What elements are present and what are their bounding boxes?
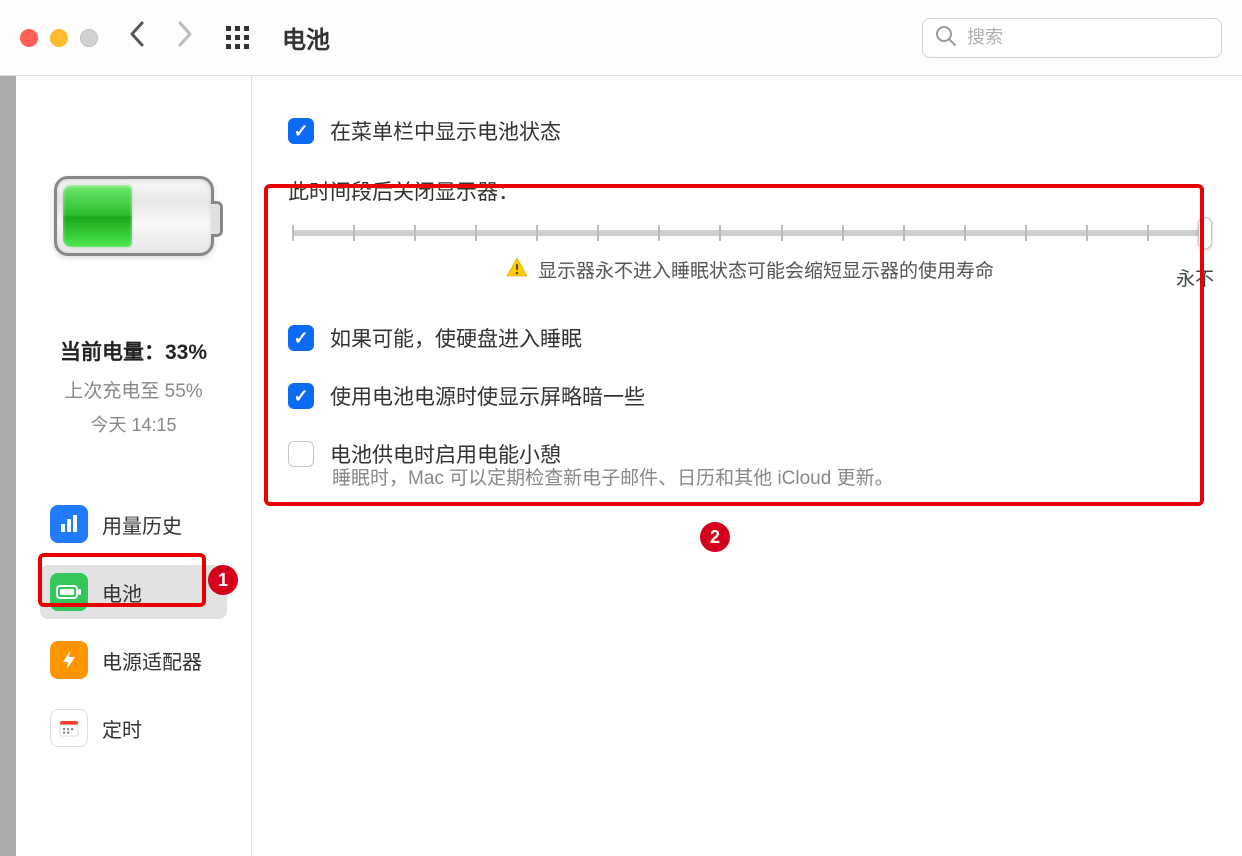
- sidebar-item-usage-history[interactable]: 用量历史: [40, 497, 227, 551]
- search-box[interactable]: [922, 18, 1222, 58]
- display-sleep-warning: 显示器永不进入睡眠状态可能会缩短显示器的使用寿命: [288, 256, 1212, 283]
- calendar-icon: [50, 709, 88, 747]
- battery-image: [54, 176, 214, 256]
- disk-sleep-checkbox[interactable]: [288, 325, 314, 351]
- warning-text: 显示器永不进入睡眠状态可能会缩短显示器的使用寿命: [538, 256, 994, 283]
- traffic-lights: [20, 29, 98, 47]
- display-sleep-slider[interactable]: 永不: [292, 230, 1208, 236]
- dim-display-checkbox[interactable]: [288, 383, 314, 409]
- power-nap-description: 睡眠时，Mac 可以定期检查新电子邮件、日历和其他 iCloud 更新。: [282, 463, 1212, 490]
- show-in-menubar-row: 在菜单栏中显示电池状态: [282, 116, 1212, 146]
- sidebar-nav: 用量历史 电池 电源适配器 定时: [16, 497, 251, 769]
- power-nap-checkbox[interactable]: [288, 441, 314, 467]
- titlebar: 电池: [0, 0, 1242, 76]
- annotation-badge-2: 2: [700, 522, 730, 552]
- search-icon: [935, 25, 957, 51]
- window-edge-strip: [0, 76, 16, 856]
- sidebar-item-schedule[interactable]: 定时: [40, 701, 227, 755]
- current-level-label: 当前电量：33%: [16, 336, 251, 366]
- show-in-menubar-checkbox[interactable]: [288, 118, 314, 144]
- nav-arrows: [128, 20, 194, 55]
- sidebar-item-label: 电池: [102, 578, 142, 607]
- last-charge-time: 今天 14:15: [16, 411, 251, 437]
- battery-icon: [50, 573, 88, 611]
- sidebar-item-label: 用量历史: [102, 510, 182, 539]
- forward-button: [176, 20, 194, 55]
- sidebar-item-power-adapter[interactable]: 电源适配器: [40, 633, 227, 687]
- minimize-window-button[interactable]: [50, 29, 68, 47]
- back-button[interactable]: [128, 20, 146, 55]
- disk-sleep-row: 如果可能，使硬盘进入睡眠: [282, 323, 1212, 353]
- zoom-window-button: [80, 29, 98, 47]
- slider-end-label: 永不: [1176, 264, 1214, 291]
- main-pane: 在菜单栏中显示电池状态 此时间段后关闭显示器： 永不 显示器永不进入睡眠状态可能…: [252, 76, 1242, 856]
- display-sleep-label: 此时间段后关闭显示器：: [288, 176, 1212, 206]
- charge-info: 当前电量：33% 上次充电至 55% 今天 14:15: [16, 336, 251, 437]
- sidebar-item-battery[interactable]: 电池: [40, 565, 227, 619]
- sidebar: 当前电量：33% 上次充电至 55% 今天 14:15 用量历史 电池: [16, 76, 252, 856]
- close-window-button[interactable]: [20, 29, 38, 47]
- dim-display-label: 使用电池电源时使显示屏略暗一些: [330, 381, 645, 411]
- disk-sleep-label: 如果可能，使硬盘进入睡眠: [330, 323, 582, 353]
- slider-thumb[interactable]: [1198, 217, 1212, 249]
- bar-chart-icon: [50, 505, 88, 543]
- display-sleep-section: 此时间段后关闭显示器： 永不 显示器永不进入睡眠状态可能会缩短显示器的使用寿命: [288, 176, 1212, 283]
- warning-icon: [506, 257, 528, 283]
- annotation-badge-1: 1: [208, 565, 238, 595]
- sidebar-item-label: 电源适配器: [102, 646, 202, 675]
- last-charge-label: 上次充电至 55%: [16, 376, 251, 403]
- bolt-icon: [50, 641, 88, 679]
- sidebar-item-label: 定时: [102, 714, 142, 743]
- window-title: 电池: [282, 20, 922, 55]
- dim-display-row: 使用电池电源时使显示屏略暗一些: [282, 381, 1212, 411]
- search-input[interactable]: [967, 27, 1209, 48]
- show-in-menubar-label: 在菜单栏中显示电池状态: [330, 116, 561, 146]
- all-prefs-grid-button[interactable]: [224, 24, 252, 52]
